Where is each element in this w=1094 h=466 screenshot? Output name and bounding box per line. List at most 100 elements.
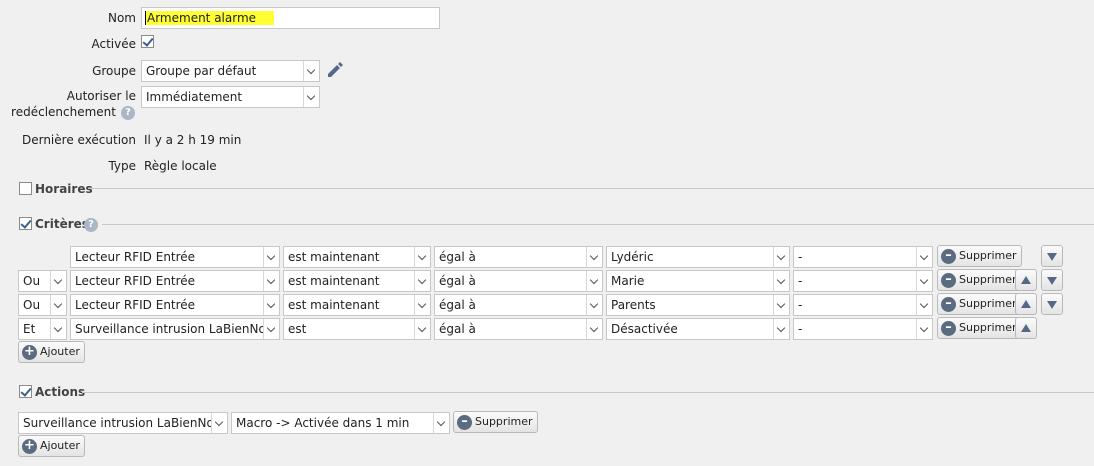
move-up-button[interactable] <box>1015 293 1037 315</box>
criteria-conjunction-select[interactable]: Et <box>18 318 67 340</box>
move-up-button[interactable] <box>1015 269 1037 291</box>
schedules-divider <box>88 188 1094 189</box>
move-down-button[interactable] <box>1041 269 1063 291</box>
group-select[interactable]: Groupe par défaut <box>141 60 320 82</box>
criteria-operator-select[interactable]: égal à <box>434 318 603 340</box>
criteria-operator-select[interactable]: égal à <box>434 246 603 268</box>
criteria-when-value: est <box>288 322 307 336</box>
arrow-up-icon <box>1021 300 1031 308</box>
add-action-button[interactable]: + Ajouter <box>18 435 85 457</box>
criteria-conjunction-select[interactable]: Ou <box>18 270 67 292</box>
type-value: Règle locale <box>144 159 217 173</box>
criteria-device-select[interactable]: Lecteur RFID Entrée <box>70 246 280 268</box>
delete-criteria-button[interactable]: – Supprimer <box>937 317 1022 339</box>
name-input[interactable]: Armement alarme <box>141 7 440 29</box>
chevron-down-icon <box>773 295 789 315</box>
criteria-operator-select[interactable]: égal à <box>434 270 603 292</box>
chevron-down-icon <box>263 271 279 291</box>
delete-button-label: Supprimer <box>959 321 1017 334</box>
chevron-down-icon <box>211 413 227 433</box>
move-up-button[interactable] <box>1015 317 1037 339</box>
edit-pencil-icon[interactable] <box>325 61 343 79</box>
move-down-button[interactable] <box>1041 245 1063 267</box>
chevron-down-icon <box>916 271 932 291</box>
criteria-extra-select[interactable]: - <box>793 246 933 268</box>
criteria-help-icon[interactable]: ? <box>84 218 98 232</box>
chevron-down-icon <box>586 247 602 267</box>
criteria-extra-value: - <box>798 274 803 288</box>
criteria-when-value: est maintenant <box>288 250 380 264</box>
criteria-device-select[interactable]: Surveillance intrusion LaBienNomm <box>70 318 280 340</box>
minus-circle-icon: – <box>941 297 956 312</box>
criteria-device-value: Lecteur RFID Entrée <box>75 298 196 312</box>
criteria-value-value: Lydéric <box>611 250 654 264</box>
criteria-checkbox[interactable] <box>19 217 32 230</box>
chevron-down-icon <box>263 247 279 267</box>
criteria-when-value: est maintenant <box>288 274 380 288</box>
delete-button-label: Supprimer <box>959 273 1017 286</box>
arrow-up-icon <box>1021 276 1031 284</box>
criteria-title: Critères <box>35 217 89 231</box>
criteria-value-select[interactable]: Marie <box>606 270 790 292</box>
criteria-conjunction-select[interactable]: Ou <box>18 294 67 316</box>
enabled-label: Activée <box>91 37 136 51</box>
actions-divider <box>82 392 1094 393</box>
chevron-down-icon <box>586 319 602 339</box>
schedules-checkbox[interactable] <box>19 182 32 195</box>
retrigger-select[interactable]: Immédiatement <box>141 86 320 108</box>
chevron-down-icon <box>50 271 66 291</box>
delete-criteria-button[interactable]: – Supprimer <box>937 293 1022 315</box>
move-down-button[interactable] <box>1041 293 1063 315</box>
delete-button-label: Supprimer <box>959 297 1017 310</box>
action-macro-select[interactable]: Macro -> Activée dans 1 min <box>231 412 450 434</box>
chevron-down-icon <box>773 271 789 291</box>
criteria-when-select[interactable]: est maintenant <box>283 246 431 268</box>
last-execution-label: Dernière exécution <box>21 133 136 147</box>
chevron-down-icon <box>414 247 430 267</box>
add-button-label: Ajouter <box>40 439 80 452</box>
criteria-when-select[interactable]: est maintenant <box>283 294 431 316</box>
delete-button-label: Supprimer <box>959 249 1017 262</box>
criteria-extra-select[interactable]: - <box>793 294 933 316</box>
retrigger-label-line1: Autoriser le <box>66 89 136 103</box>
action-macro-value: Macro -> Activée dans 1 min <box>236 416 410 430</box>
criteria-value-value: Parents <box>611 298 656 312</box>
delete-button-label: Supprimer <box>475 415 533 428</box>
criteria-operator-select[interactable]: égal à <box>434 294 603 316</box>
criteria-operator-value: égal à <box>439 322 476 336</box>
minus-circle-icon: – <box>941 249 956 264</box>
criteria-value-value: Marie <box>611 274 645 288</box>
criteria-value-select[interactable]: Parents <box>606 294 790 316</box>
enabled-checkbox[interactable] <box>141 35 154 48</box>
chevron-down-icon <box>50 319 66 339</box>
criteria-value-select[interactable]: Lydéric <box>606 246 790 268</box>
criteria-divider <box>102 224 1094 225</box>
action-device-select[interactable]: Surveillance intrusion LaBienNomm <box>18 412 228 434</box>
criteria-extra-select[interactable]: - <box>793 270 933 292</box>
minus-circle-icon: – <box>941 321 956 336</box>
actions-checkbox[interactable] <box>19 385 32 398</box>
criteria-when-select[interactable]: est <box>283 318 431 340</box>
criteria-value-value: Désactivée <box>611 322 678 336</box>
chevron-down-icon <box>916 295 932 315</box>
arrow-down-icon <box>1047 277 1057 285</box>
name-label: Nom <box>107 11 136 25</box>
criteria-operator-value: égal à <box>439 298 476 312</box>
chevron-down-icon <box>773 247 789 267</box>
name-input-value: Armement alarme <box>145 11 275 25</box>
delete-criteria-button[interactable]: – Supprimer <box>937 269 1022 291</box>
help-icon[interactable]: ? <box>121 106 135 120</box>
criteria-value-select[interactable]: Désactivée <box>606 318 790 340</box>
delete-criteria-button[interactable]: – Supprimer <box>937 245 1022 267</box>
chevron-down-icon <box>414 319 430 339</box>
criteria-extra-select[interactable]: - <box>793 318 933 340</box>
chevron-down-icon <box>414 271 430 291</box>
criteria-when-select[interactable]: est maintenant <box>283 270 431 292</box>
criteria-device-select[interactable]: Lecteur RFID Entrée <box>70 294 280 316</box>
delete-action-button[interactable]: – Supprimer <box>453 411 538 433</box>
add-button-label: Ajouter <box>40 345 80 358</box>
chevron-down-icon <box>50 295 66 315</box>
chevron-down-icon <box>773 319 789 339</box>
add-criteria-button[interactable]: + Ajouter <box>18 341 85 363</box>
criteria-device-select[interactable]: Lecteur RFID Entrée <box>70 270 280 292</box>
